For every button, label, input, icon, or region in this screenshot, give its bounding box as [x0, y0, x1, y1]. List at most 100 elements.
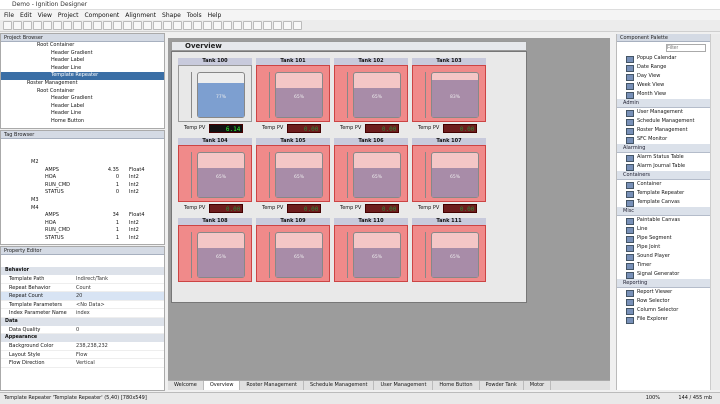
property-row[interactable]: Layout Style Flow	[1, 351, 164, 359]
toolbar-button[interactable]	[33, 21, 42, 30]
tank-template[interactable]: Tank 108 65%	[178, 218, 252, 296]
property-row[interactable]: Flow Direction Vertical	[1, 359, 164, 368]
tag-row[interactable]: HOA 1 Int2	[1, 220, 164, 228]
property-value[interactable]: Indirect/Tank	[76, 275, 138, 283]
tab-user-management[interactable]: User Management	[374, 381, 434, 390]
property-row[interactable]: Repeat Behavior Count	[1, 284, 164, 292]
palette-item[interactable]: Pipe Joint	[617, 243, 710, 252]
tree-item[interactable]: Header Label	[1, 57, 164, 65]
toolbar-button[interactable]	[173, 21, 182, 30]
toolbar-button[interactable]	[283, 21, 292, 30]
palette-item[interactable]: Row Selector	[617, 297, 710, 306]
toolbar-button[interactable]	[23, 21, 32, 30]
palette-section-alarming[interactable]: Alarming	[617, 144, 710, 153]
tab-roster-management[interactable]: Roster Management	[240, 381, 304, 390]
property-row[interactable]: Background Color 238,238,232	[1, 342, 164, 351]
toolbar-button[interactable]	[243, 21, 252, 30]
menu-item-tools[interactable]: Tools	[187, 12, 202, 19]
property-value[interactable]: Count	[76, 284, 138, 292]
property-value[interactable]: 20	[76, 292, 138, 300]
tank-template[interactable]: Tank 103 83% Temp PV 0.00	[412, 58, 486, 136]
palette-item[interactable]: Alarm Journal Table	[617, 162, 710, 171]
tree-item[interactable]: Home Button	[1, 118, 164, 126]
palette-item[interactable]: User Management	[617, 108, 710, 117]
property-row[interactable]: Template Parameters <No Data>	[1, 301, 164, 309]
palette-item[interactable]: Month View	[617, 90, 710, 99]
property-value[interactable]: Vertical	[76, 359, 138, 367]
tab-motor[interactable]: Motor	[524, 381, 552, 390]
palette-item[interactable]: Roster Management	[617, 126, 710, 135]
property-value[interactable]: Flow	[76, 351, 138, 359]
menu-item-help[interactable]: Help	[208, 12, 222, 19]
tank-template[interactable]: Tank 100 77% Temp PV 6.14	[178, 58, 252, 136]
palette-item[interactable]: Alarm Status Table	[617, 153, 710, 162]
menu-item-alignment[interactable]: Alignment	[125, 12, 156, 19]
toolbar-button[interactable]	[213, 21, 222, 30]
menu-item-file[interactable]: File	[4, 12, 14, 19]
toolbar-button[interactable]	[223, 21, 232, 30]
tab-powder-tank[interactable]: Powder Tank	[480, 381, 524, 390]
tag-row[interactable]: STATUS 0 Int2	[1, 189, 164, 197]
toolbar-button[interactable]	[73, 21, 82, 30]
toolbar-button[interactable]	[3, 21, 12, 30]
tab-schedule-management[interactable]: Schedule Management	[304, 381, 375, 390]
palette-search-input[interactable]	[666, 44, 706, 52]
toolbar-button[interactable]	[83, 21, 92, 30]
property-value[interactable]: 238,238,232	[76, 342, 138, 350]
tree-item[interactable]: Template Repeater	[1, 72, 164, 80]
tag-row[interactable]: HOA 0 Int2	[1, 174, 164, 182]
palette-item[interactable]: Template Canvas	[617, 198, 710, 207]
palette-item[interactable]: File Explorer	[617, 315, 710, 324]
tree-item[interactable]: Header Gradient	[1, 50, 164, 58]
palette-item[interactable]: Line	[617, 225, 710, 234]
tag-row[interactable]: AMPS 4.35 Float4	[1, 167, 164, 175]
property-value[interactable]: <No Data>	[76, 301, 138, 309]
tank-template[interactable]: Tank 105 65% Temp PV 0.00	[256, 138, 330, 216]
palette-item[interactable]: Popup Calendar	[617, 54, 710, 63]
palette-section-reporting[interactable]: Reporting	[617, 279, 710, 288]
palette-item[interactable]: Week View	[617, 81, 710, 90]
tag-row[interactable]: RUN_CMD 1 Int2	[1, 182, 164, 190]
palette-item[interactable]: Pipe Segment	[617, 234, 710, 243]
tag-row[interactable]: AMPS 34 Float4	[1, 212, 164, 220]
toolbar-button[interactable]	[253, 21, 262, 30]
toolbar-button[interactable]	[163, 21, 172, 30]
palette-item[interactable]: Day View	[617, 72, 710, 81]
tag-row[interactable]: RUN_CMD 1 Int2	[1, 227, 164, 235]
tab-overview[interactable]: Overview	[203, 381, 241, 390]
palette-item[interactable]: Paintable Canvas	[617, 216, 710, 225]
palette-item[interactable]: Column Selector	[617, 306, 710, 315]
menu-item-shape[interactable]: Shape	[162, 12, 181, 19]
tag-row[interactable]: M4	[1, 205, 164, 213]
tank-template[interactable]: Tank 109 65%	[256, 218, 330, 296]
toolbar-button[interactable]	[203, 21, 212, 30]
tree-item[interactable]: Root Container	[1, 88, 164, 96]
palette-item[interactable]: SFC Monitor	[617, 135, 710, 144]
project-tree[interactable]: Root Container Header Gradient Header Labe…	[1, 42, 164, 128]
tab-home-button[interactable]: Home Button	[433, 381, 480, 390]
toolbar-button[interactable]	[143, 21, 152, 30]
menu-item-edit[interactable]: Edit	[20, 12, 32, 19]
property-row[interactable]: Repeat Count 20	[1, 292, 164, 301]
toolbar-button[interactable]	[153, 21, 162, 30]
toolbar-button[interactable]	[53, 21, 62, 30]
palette-item[interactable]: Sound Player	[617, 252, 710, 261]
tree-item[interactable]: Header Line	[1, 65, 164, 73]
tank-template[interactable]: Tank 106 65% Temp PV 0.00	[334, 138, 408, 216]
tree-item[interactable]: Header Gradient	[1, 95, 164, 103]
toolbar-button[interactable]	[233, 21, 242, 30]
property-row[interactable]: Data Quality 0	[1, 326, 164, 334]
menu-item-view[interactable]: View	[38, 12, 52, 19]
toolbar-button[interactable]	[263, 21, 272, 30]
palette-item[interactable]: Template Repeater	[617, 189, 710, 198]
toolbar-button[interactable]	[193, 21, 202, 30]
palette-item[interactable]: Date Range	[617, 63, 710, 72]
template-repeater[interactable]: Tank 100 77% Temp PV 6.14 Tank 101 65% Temp PV…	[171, 51, 527, 303]
tank-template[interactable]: Tank 107 65% Temp PV 0.00	[412, 138, 486, 216]
palette-item[interactable]: Report Viewer	[617, 288, 710, 297]
toolbar-button[interactable]	[113, 21, 122, 30]
property-value[interactable]: 0	[76, 326, 138, 334]
toolbar-button[interactable]	[63, 21, 72, 30]
palette-item[interactable]: Signal Generator	[617, 270, 710, 279]
palette-item[interactable]: Container	[617, 180, 710, 189]
